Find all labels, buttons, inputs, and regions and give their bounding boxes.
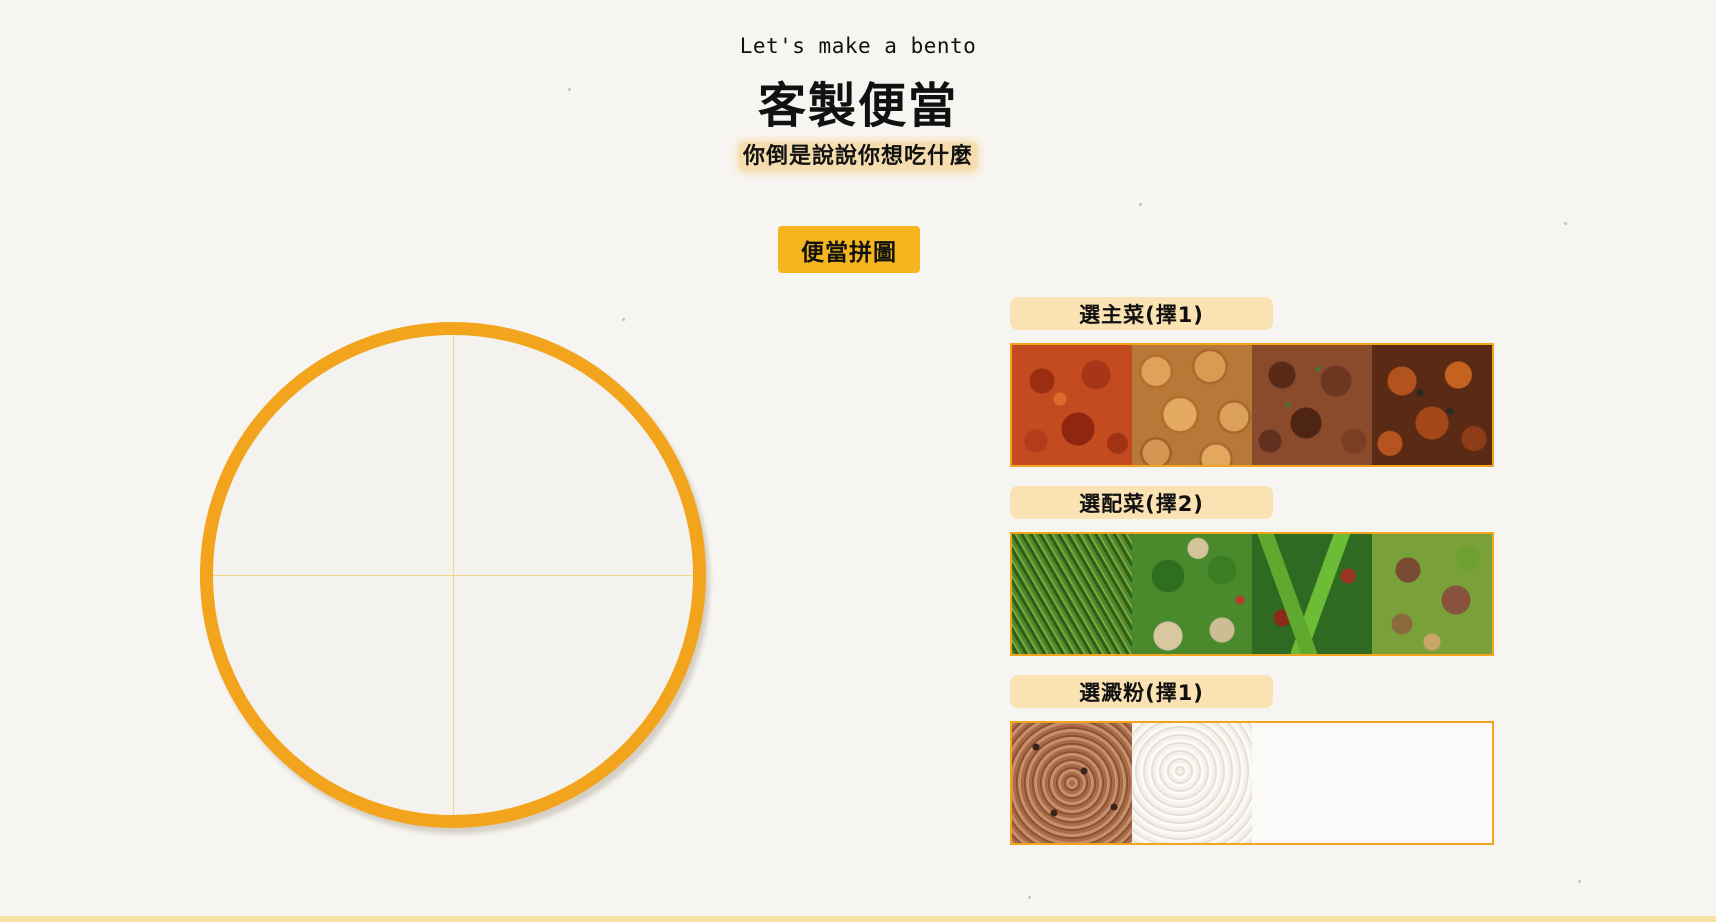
plate-divider-horizontal [213, 575, 693, 576]
bento-plate[interactable] [200, 322, 706, 828]
tagline-text: 你倒是說說你想吃什麼 [738, 142, 977, 171]
starch-options [1010, 721, 1494, 845]
paper-speck [1564, 222, 1567, 225]
bento-puzzle-button[interactable]: 便當拼圖 [778, 226, 920, 273]
category-label-starch: 選澱粉(擇1) [1010, 675, 1273, 708]
food-white-rice[interactable] [1132, 723, 1252, 843]
side-dish-options [1010, 532, 1494, 656]
main-dish-options [1010, 343, 1494, 467]
tagline: 你倒是說說你想吃什麼 [0, 138, 1716, 171]
food-meatball-in-sauce[interactable] [1012, 345, 1132, 465]
category-label-main: 選主菜(擇1) [1010, 297, 1273, 330]
category-label-side: 選配菜(擇2) [1010, 486, 1273, 519]
food-fried-fishball[interactable] [1132, 345, 1252, 465]
page-title: 客製便當 [757, 78, 958, 134]
footer-band [0, 916, 1716, 922]
category-side-dish: 選配菜(擇2) [1010, 486, 1494, 656]
paper-speck [1578, 880, 1581, 883]
subtitle-english: Let's make a bento [739, 34, 977, 58]
food-brown-rice[interactable] [1012, 723, 1132, 843]
food-broccoli-mushroom[interactable] [1132, 534, 1252, 654]
category-main-dish: 選主菜(擇1) [1010, 297, 1494, 467]
paper-speck [1139, 203, 1142, 206]
paper-speck [1028, 896, 1031, 899]
food-snow-peas[interactable] [1252, 534, 1372, 654]
food-beef-with-pepper[interactable] [1372, 534, 1492, 654]
food-stir-fried-water-spinach[interactable] [1012, 534, 1132, 654]
paper-speck [622, 318, 625, 321]
food-beef-cubes[interactable] [1252, 345, 1372, 465]
food-crispy-chicken[interactable] [1372, 345, 1492, 465]
category-starch: 選澱粉(擇1) [1010, 675, 1494, 845]
